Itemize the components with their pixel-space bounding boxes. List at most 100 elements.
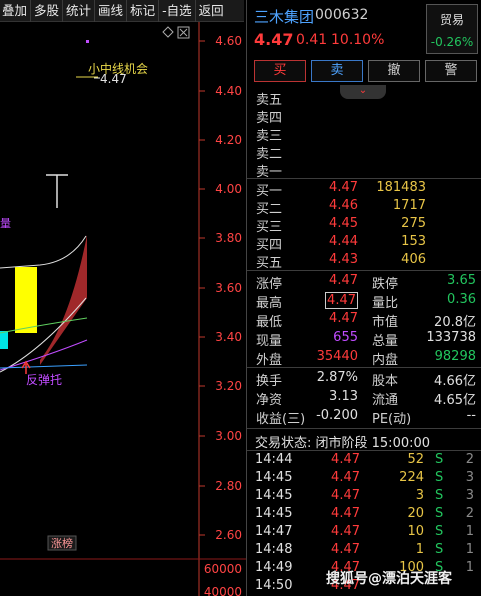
collapse-chevron-icon[interactable]: ⌄ (340, 85, 386, 99)
kline-chart[interactable]: 4.60 4.40 4.20 4.00 3.80 3.60 3.40 3.20 … (0, 22, 246, 596)
total-volume-label: 总量 (372, 334, 399, 349)
float-shares-value: 4.65亿 (434, 393, 476, 408)
buy-level-price: 4.47 (329, 180, 358, 195)
buy-button[interactable]: 买 (254, 60, 306, 82)
buy-level-row[interactable]: 买四 4.44 153 (254, 234, 478, 253)
trade-status: 交易状态: 闭市阶段 15:00:00 (255, 436, 431, 451)
price-label-320: 3.20 (215, 379, 242, 393)
outer-volume-value: 35440 (316, 349, 358, 364)
kline-chart-canvas: 4.60 4.40 4.20 4.00 3.80 3.60 3.40 3.20 … (0, 22, 246, 596)
tick-volume: 20 (407, 506, 424, 521)
inner-volume-value: 98298 (434, 349, 476, 364)
buy-level-row[interactable]: 买五 4.43 406 (254, 252, 478, 271)
limit-up-label: 涨停 (256, 277, 283, 292)
limit-up-badge: 涨榜 (51, 536, 73, 550)
share-capital-label: 股本 (372, 374, 399, 389)
current-price: 4.47 (254, 30, 294, 49)
volume-label: 60000 (204, 562, 242, 576)
price-label-420: 4.20 (215, 133, 242, 147)
tick-volume: 1 (415, 542, 424, 557)
limit-up-value: 4.47 (329, 273, 358, 288)
diamond-icon[interactable] (162, 26, 174, 38)
share-capital-value: 4.66亿 (434, 374, 476, 389)
buy-level-row[interactable]: 买二 4.46 1717 (254, 198, 478, 217)
stock-name[interactable]: 三木集团 (254, 6, 314, 27)
low-label: 最低 (256, 315, 283, 330)
tick-price: 4.47 (331, 470, 360, 485)
quote-row: 外盘 35440 内盘 98298 (254, 349, 478, 369)
tick-volume: 52 (407, 452, 424, 467)
alert-button[interactable]: 警 (425, 60, 477, 82)
price-label-360: 3.60 (215, 281, 242, 295)
marker-dot (86, 40, 89, 43)
quote-row: 最高 4.47 量比 0.36 (254, 292, 478, 312)
buy-level-label: 买二 (256, 202, 283, 217)
price-label-300: 3.00 (215, 429, 242, 443)
price-label-340: 3.40 (215, 330, 242, 344)
high-value: 4.47 (325, 292, 358, 309)
toolbar-multi-stock-button[interactable]: 多股 (31, 0, 64, 22)
tick-time: 14:45 (255, 488, 293, 503)
close-icon[interactable] (177, 26, 190, 39)
quote-row: 净资 3.13 流通 4.65亿 (254, 389, 478, 409)
sector-label: 贸易 (439, 13, 464, 27)
tick-time: 14:50 (255, 578, 293, 593)
buy-level-volume: 153 (401, 234, 426, 249)
tick-count: 1 (465, 542, 474, 557)
price-label-440: 4.40 (215, 84, 242, 98)
tick-side: S (435, 470, 444, 485)
tick-time: 14:45 (255, 470, 293, 485)
status-divider (247, 428, 481, 429)
ma-green-line (0, 317, 88, 334)
stats-divider (247, 367, 481, 368)
tick-side: S (435, 542, 444, 557)
buy-level-price: 4.45 (329, 216, 358, 231)
buy-level-row[interactable]: 买一 4.47 181483 (254, 180, 478, 199)
channel-band (40, 235, 87, 365)
cancel-order-button[interactable]: 撤 (368, 60, 420, 82)
sell-button[interactable]: 卖 (311, 60, 363, 82)
turnover-label: 换手 (256, 374, 283, 389)
buy-level-volume: 406 (401, 252, 426, 267)
quote-divider (247, 270, 481, 271)
price-label-460: 4.60 (215, 34, 242, 48)
quote-row: 现量 655 总量 133738 (254, 330, 478, 350)
toolbar-remove-watchlist-button[interactable]: -自选 (159, 0, 196, 22)
tick-row: 14:48 4.47 1 S 1 (254, 542, 478, 560)
limit-down-label: 跌停 (372, 277, 399, 292)
buy-level-volume: 275 (401, 216, 426, 231)
tick-time: 14:45 (255, 506, 293, 521)
sell-level-2: 卖二 (256, 147, 283, 162)
tick-time: 14:49 (255, 560, 293, 575)
quote-row: 最低 4.47 市值 20.8亿 (254, 311, 478, 331)
tick-time: 14:48 (255, 542, 293, 557)
watermark: 搜狐号@漂泊天涯客 (326, 571, 452, 587)
tick-row: 14:45 4.47 3 S 3 (254, 488, 478, 506)
buy-level-price: 4.44 (329, 234, 358, 249)
tick-price: 4.47 (331, 488, 360, 503)
sector-box[interactable]: 贸易 -0.26% (426, 4, 478, 54)
volume-ratio-value: 0.36 (447, 292, 476, 307)
sell-level-3: 卖三 (256, 129, 283, 144)
buy-level-price: 4.43 (329, 252, 358, 267)
outer-volume-label: 外盘 (256, 353, 283, 368)
low-value: 4.47 (329, 311, 358, 326)
tick-row: 14:45 4.47 20 S 2 (254, 506, 478, 524)
buy-level-row[interactable]: 买三 4.45 275 (254, 216, 478, 235)
rebound-annotation: 反弹托 (26, 373, 62, 387)
tick-row: 14:44 4.47 52 S 2 (254, 452, 478, 470)
tick-price: 4.47 (331, 542, 360, 557)
market-cap-value: 20.8亿 (434, 315, 476, 330)
tick-side: S (435, 488, 444, 503)
price-label-280: 2.80 (215, 479, 242, 493)
buy-level-volume: 1717 (392, 198, 426, 213)
tick-volume: 224 (399, 470, 424, 485)
toolbar-mark-button[interactable]: 标记 (127, 0, 160, 22)
sell-level-4: 卖四 (256, 111, 283, 126)
toolbar-back-button[interactable]: 返回 (196, 0, 227, 22)
toolbar-overlay-button[interactable]: 叠加 (0, 0, 32, 22)
tick-price: 4.47 (331, 452, 360, 467)
toolbar-stats-button[interactable]: 统计 (63, 0, 96, 22)
buy-level-volume: 181483 (376, 180, 426, 195)
toolbar-draw-line-button[interactable]: 画线 (95, 0, 128, 22)
